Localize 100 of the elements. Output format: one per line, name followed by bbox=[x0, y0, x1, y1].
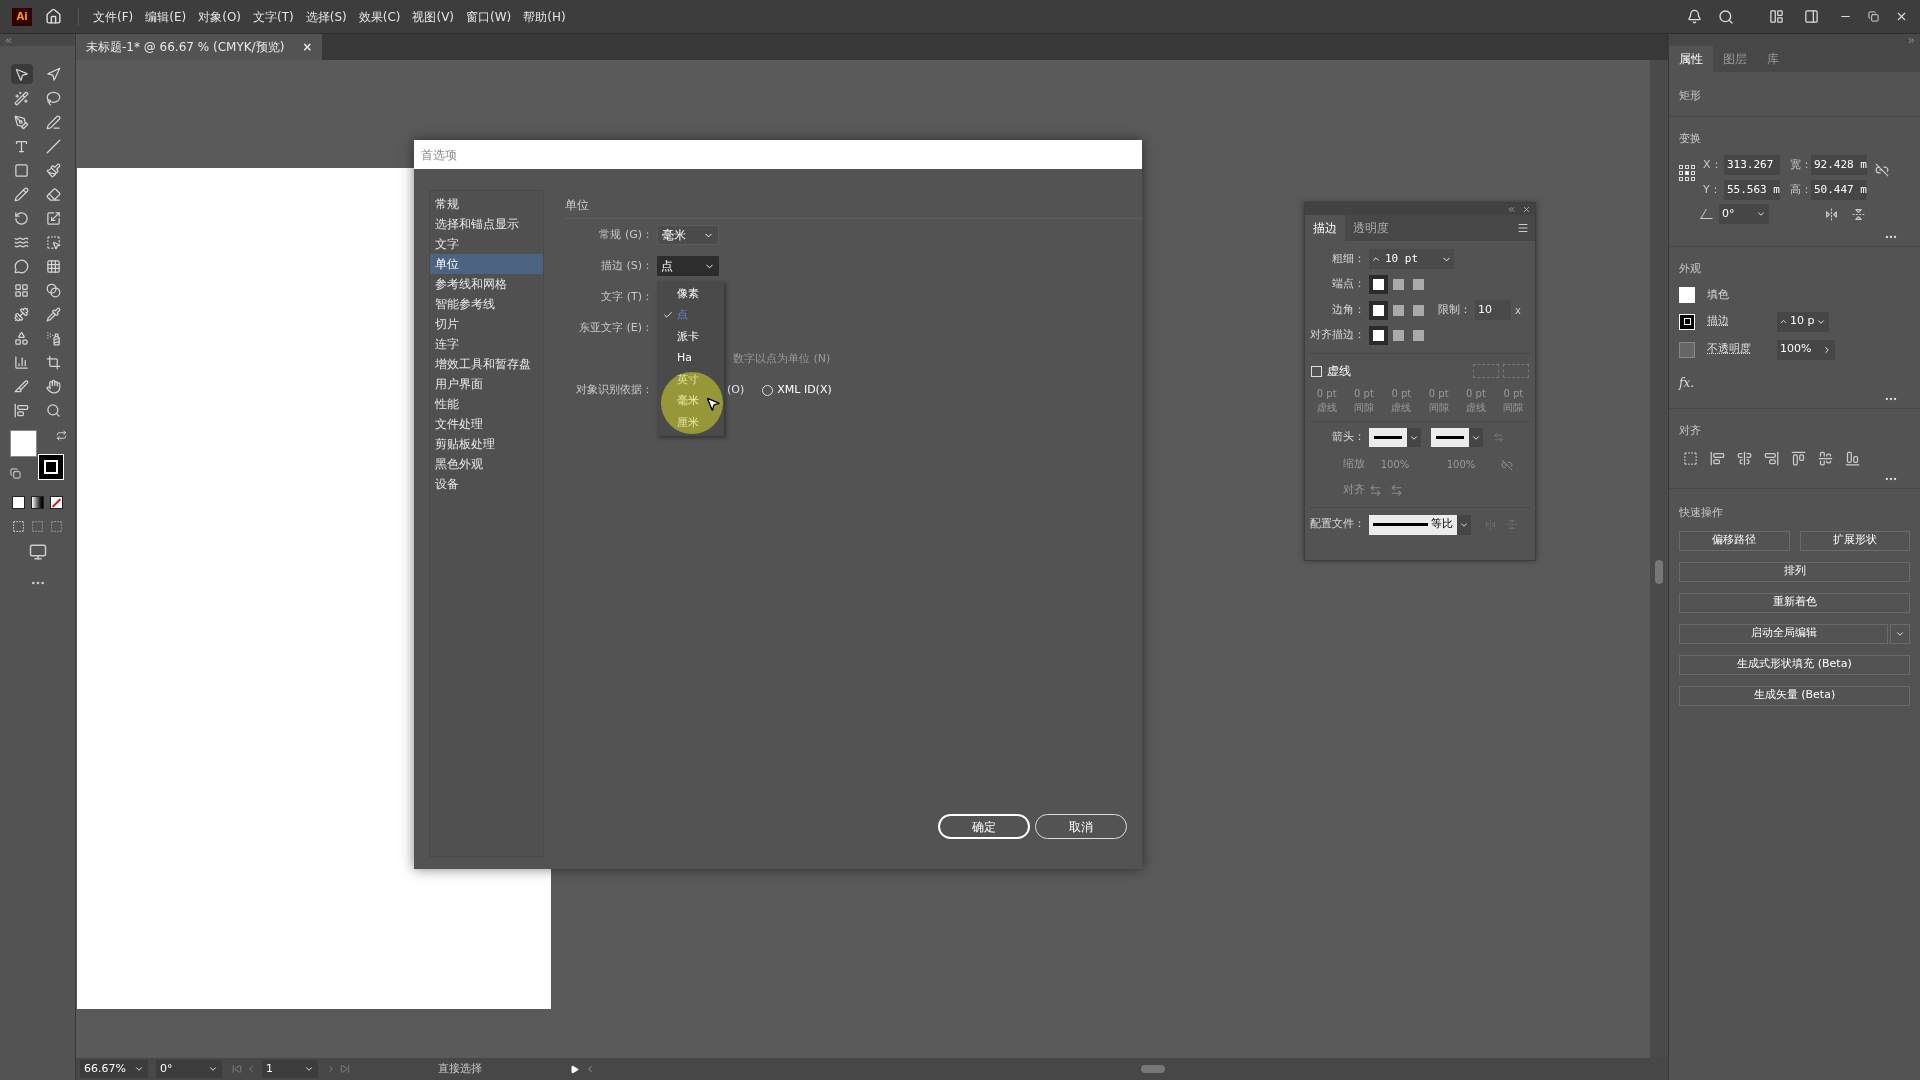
panel-icon[interactable] bbox=[1804, 9, 1819, 24]
draw-behind-icon[interactable] bbox=[31, 520, 44, 533]
unit-select[interactable]: 点 bbox=[657, 256, 719, 276]
scale-icon[interactable] bbox=[46, 210, 61, 226]
category-item[interactable]: 剪贴板处理 bbox=[430, 434, 543, 454]
effects-button[interactable]: fx. bbox=[1679, 373, 1910, 392]
pencil-icon[interactable] bbox=[14, 186, 29, 202]
menu-item[interactable]: 编辑(E) bbox=[139, 7, 193, 26]
type-icon[interactable] bbox=[14, 138, 29, 154]
pen-icon[interactable] bbox=[46, 114, 61, 130]
quick-action-button[interactable]: 扩展形状 bbox=[1799, 530, 1910, 551]
align-right-icon[interactable] bbox=[1764, 450, 1779, 466]
shape-builder-icon[interactable] bbox=[14, 258, 29, 274]
line-icon[interactable] bbox=[46, 138, 61, 154]
search-icon[interactable] bbox=[1718, 8, 1734, 25]
mesh-icon[interactable] bbox=[14, 282, 29, 298]
opacity-field[interactable]: 100% bbox=[1777, 339, 1835, 360]
menu-item[interactable]: 像素 bbox=[657, 283, 724, 305]
swap-icon[interactable] bbox=[55, 430, 67, 441]
free-transform-icon[interactable] bbox=[46, 234, 61, 250]
arrowhead-select[interactable] bbox=[1369, 428, 1421, 447]
stroke-weight-field[interactable]: 10 p bbox=[1777, 311, 1829, 332]
tab-close-button[interactable]: × bbox=[302, 38, 313, 56]
panel-tab[interactable]: 属性 bbox=[1669, 46, 1713, 72]
quick-action-button[interactable]: 启动全局编辑 bbox=[1679, 623, 1888, 644]
option-toggle[interactable] bbox=[1369, 300, 1388, 320]
transform-field[interactable]: 50.447 m bbox=[1811, 180, 1867, 200]
pen-icon[interactable] bbox=[14, 114, 29, 130]
menu-item[interactable]: 派卡 bbox=[657, 326, 724, 348]
fill-swatch[interactable] bbox=[1679, 287, 1695, 304]
align-left-icon[interactable] bbox=[1710, 450, 1725, 466]
hand-icon[interactable] bbox=[46, 378, 61, 394]
menu-icon[interactable] bbox=[1517, 222, 1529, 234]
category-item[interactable]: 黑色外观 bbox=[430, 454, 543, 474]
category-item[interactable]: 增效工具和暂存盘 bbox=[430, 354, 543, 374]
align-bottom-icon[interactable] bbox=[1845, 450, 1860, 466]
category-item[interactable]: 设备 bbox=[430, 474, 543, 494]
workspace-icon[interactable] bbox=[1769, 9, 1784, 24]
menu-item[interactable]: 效果(C) bbox=[352, 7, 407, 26]
rotate-icon[interactable] bbox=[14, 210, 29, 226]
draw-normal-icon[interactable] bbox=[12, 520, 25, 533]
transform-field[interactable]: 313.267 bbox=[1724, 155, 1780, 175]
collapse-icon[interactable] bbox=[1907, 35, 1916, 45]
stroke-swatch[interactable] bbox=[1679, 313, 1695, 330]
align-center-icon[interactable] bbox=[1737, 450, 1752, 466]
arrowhead-select[interactable] bbox=[1431, 428, 1483, 447]
screen-mode-icon[interactable] bbox=[28, 543, 47, 561]
knife-icon[interactable] bbox=[14, 378, 29, 394]
stroke-swatch[interactable] bbox=[37, 454, 64, 480]
align-middle-icon[interactable] bbox=[1818, 450, 1833, 466]
category-item[interactable]: 文字 bbox=[430, 234, 543, 254]
flip-vertical-icon[interactable] bbox=[1852, 207, 1865, 221]
category-item[interactable]: 文件处理 bbox=[430, 414, 543, 434]
none-mode-icon[interactable] bbox=[50, 496, 63, 509]
category-item[interactable]: 常规 bbox=[430, 194, 543, 214]
magic-wand-icon[interactable] bbox=[14, 90, 29, 106]
zoom-icon[interactable] bbox=[46, 402, 61, 418]
document-tab[interactable]: 未标题-1* @ 66.67 % (CMYK/预览) × bbox=[76, 34, 323, 60]
menu-item[interactable]: 对象(O) bbox=[192, 7, 248, 26]
align-top-icon[interactable] bbox=[1791, 450, 1806, 466]
zoom-select[interactable]: 66.67% bbox=[80, 1060, 148, 1078]
symbol-icon[interactable] bbox=[14, 330, 29, 346]
artboard-icon[interactable] bbox=[46, 354, 61, 370]
arrow-icon[interactable] bbox=[46, 66, 61, 82]
align-to-icon[interactable] bbox=[1683, 450, 1698, 466]
transform-field[interactable]: 92.428 m bbox=[1811, 155, 1867, 175]
close-icon[interactable] bbox=[1522, 204, 1531, 214]
artboard-select[interactable]: 1 bbox=[262, 1060, 318, 1078]
menu-item[interactable]: Ha bbox=[657, 347, 724, 369]
transform-field[interactable]: 55.563 m bbox=[1724, 180, 1780, 200]
draw-inside-icon[interactable] bbox=[50, 520, 63, 533]
reference-point-icon[interactable] bbox=[1679, 165, 1695, 181]
angle-field[interactable]: 0° bbox=[1719, 204, 1769, 224]
perspective-grid-icon[interactable] bbox=[46, 258, 61, 274]
weight-field[interactable]: 10 pt bbox=[1369, 249, 1454, 269]
restore-icon[interactable] bbox=[1868, 11, 1879, 22]
dashed-checkbox[interactable]: 虚线 bbox=[1311, 362, 1351, 380]
flip-horizontal-icon[interactable] bbox=[1825, 207, 1838, 221]
menu-item[interactable]: 选择(S) bbox=[299, 7, 353, 26]
limit-field[interactable]: 10 bbox=[1475, 300, 1511, 320]
quick-action-button[interactable]: 生成式形状填充 (Beta) bbox=[1679, 654, 1910, 675]
category-item[interactable]: 单位 bbox=[430, 254, 543, 274]
menu-item[interactable]: 文件(F) bbox=[87, 7, 140, 26]
quick-action-button[interactable]: 生成矢量 (Beta) bbox=[1679, 685, 1910, 706]
gradient-mode-icon[interactable] bbox=[31, 496, 44, 509]
vertical-scrollbar[interactable] bbox=[1650, 60, 1668, 1058]
category-item[interactable]: 参考线和网格 bbox=[430, 274, 543, 294]
dialog-button[interactable]: 确定 bbox=[938, 814, 1030, 839]
rotation-select[interactable]: 0° bbox=[156, 1060, 222, 1078]
unit-select[interactable]: 毫米 bbox=[657, 225, 719, 245]
eyedropper-icon[interactable] bbox=[46, 306, 61, 322]
notification-icon[interactable] bbox=[1687, 9, 1702, 24]
collapse-icon[interactable] bbox=[1507, 204, 1516, 214]
quick-action-button[interactable]: 偏移路径 bbox=[1679, 530, 1790, 551]
fill-swatch[interactable] bbox=[9, 430, 37, 457]
home-icon[interactable] bbox=[45, 8, 62, 25]
play-icon[interactable] bbox=[570, 1064, 579, 1074]
rectangle-icon[interactable] bbox=[14, 162, 29, 178]
constrain-icon[interactable] bbox=[1875, 163, 1889, 177]
panel-tab[interactable]: 透明度 bbox=[1345, 215, 1397, 241]
